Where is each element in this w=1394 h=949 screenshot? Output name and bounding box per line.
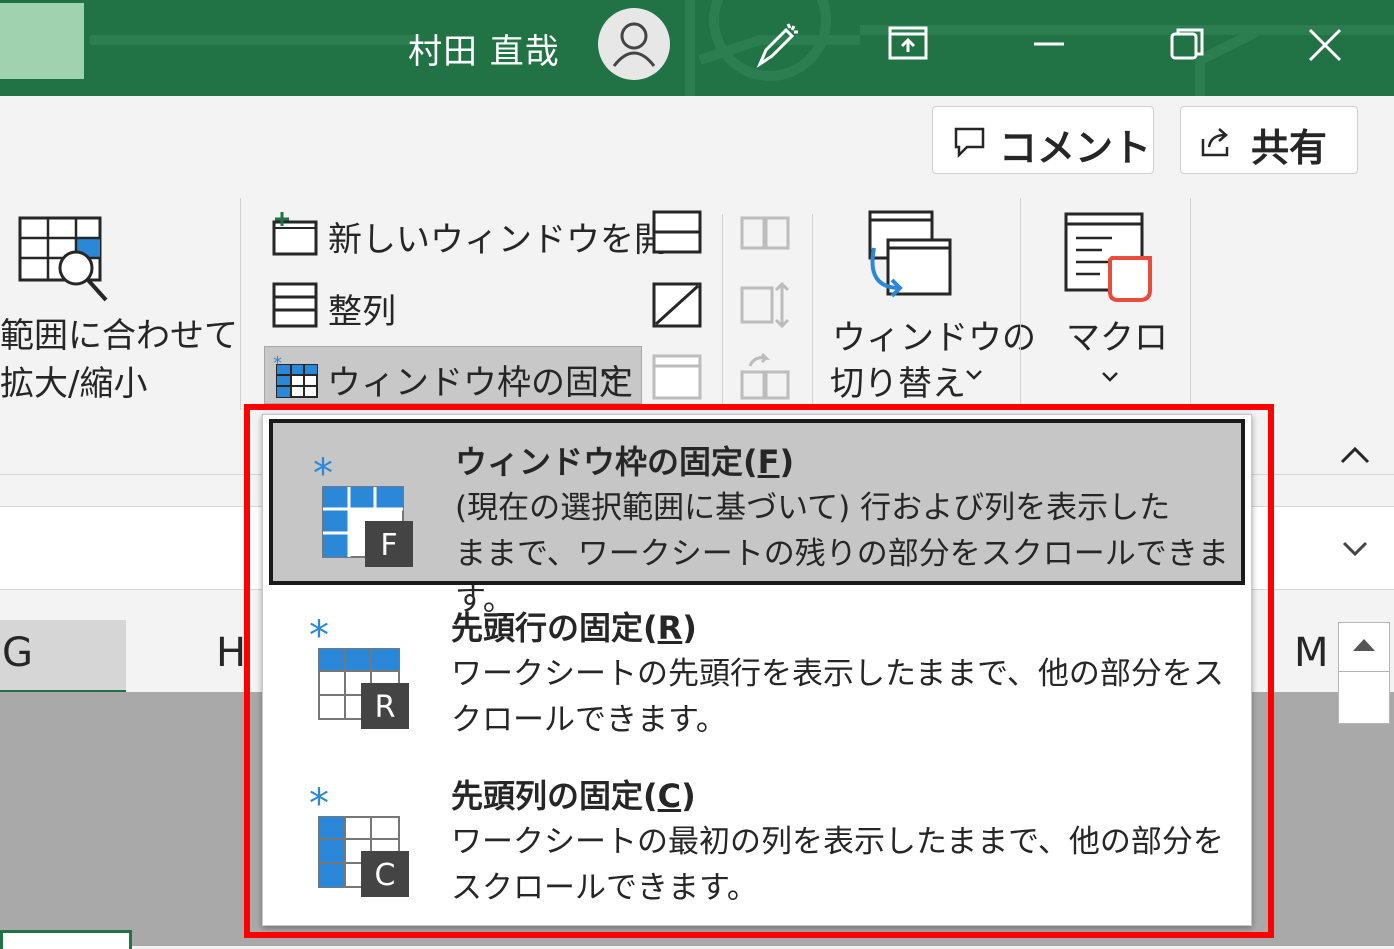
ribbon-display-icon[interactable] <box>884 20 934 70</box>
freeze-panes-title: ウィンドウ枠の固定(F) <box>455 443 795 481</box>
menu-item-freeze-panes[interactable]: * F ウィンドウ枠の固定(F) (現在の選択範囲に基づいて) 行および列を表示… <box>269 419 1245 618</box>
user-name: 村田 直哉 <box>408 32 560 72</box>
cell-selection[interactable] <box>0 930 132 949</box>
column-m-label[interactable]: M <box>1294 630 1329 676</box>
switch-windows-button[interactable]: ウィンドウの 切り替え <box>828 206 1036 404</box>
badge-r: R <box>375 690 396 725</box>
arrange-label: 整列 <box>328 292 396 332</box>
vertical-scrollbar[interactable] <box>1338 622 1390 724</box>
macros-button[interactable]: マクロ <box>1050 206 1170 396</box>
chevron-down-icon <box>603 371 619 381</box>
freeze-first-column-description: ワークシートの最初の列を表示したままで、他の部分を スクロールできます。 <box>451 824 1224 906</box>
macros-icon <box>1064 212 1152 302</box>
freeze-first-column-title: 先頭列の固定(C) <box>451 777 696 815</box>
new-window-button[interactable]: 新しいウィンドウを開く <box>270 206 702 262</box>
arrange-all-button[interactable]: 整列 <box>270 278 470 334</box>
freeze-panes-icon: * <box>273 353 318 398</box>
title-color-block <box>0 3 84 79</box>
view-side-by-side-icon[interactable] <box>740 212 792 252</box>
minimize-icon[interactable] <box>1024 20 1074 70</box>
share-icon <box>1201 128 1229 157</box>
chevron-down-icon <box>1102 372 1118 382</box>
synchronous-scrolling-icon[interactable] <box>740 280 792 330</box>
scroll-divider <box>1339 671 1389 672</box>
menu-item-freeze-top-row[interactable]: * R 先頭行の固定(R) ワークシートの先頭行を表示したままで、他の部分をス … <box>269 589 1245 755</box>
column-g-label: G <box>2 630 33 676</box>
freeze-panes-option-icon: * F <box>313 457 413 567</box>
ribbon-separator <box>1190 198 1191 410</box>
comment-label: コメント <box>999 126 1152 170</box>
new-window-label: 新しいウィンドウを開く <box>328 220 702 260</box>
freeze-top-row-icon: * R <box>309 619 409 729</box>
svg-text:*: * <box>313 457 333 497</box>
badge-c: C <box>375 858 396 893</box>
ribbon-separator <box>1020 198 1021 410</box>
svg-text:*: * <box>309 619 329 659</box>
title-bar: 村田 直哉 <box>0 0 1394 96</box>
zoom-selection-label-line2: 拡大/縮小 <box>0 364 148 404</box>
comment-button[interactable]: コメント <box>932 106 1154 174</box>
ribbon-separator <box>812 214 813 404</box>
share-label: 共有 <box>1251 126 1328 170</box>
collapse-ribbon-icon[interactable] <box>1338 444 1372 468</box>
macros-label: マクロ <box>1066 318 1168 358</box>
column-header-g[interactable]: G <box>0 620 126 693</box>
freeze-panes-menu: * F ウィンドウ枠の固定(F) (現在の選択範囲に基づいて) 行および列を表示… <box>262 414 1252 926</box>
comment-icon <box>954 127 985 159</box>
badge-f: F <box>380 528 397 563</box>
svg-text:*: * <box>273 353 282 374</box>
svg-text:*: * <box>309 787 329 827</box>
menu-item-freeze-first-column[interactable]: * C 先頭列の固定(C) ワークシートの最初の列を表示したままで、他の部分を … <box>269 757 1245 923</box>
freeze-panes-button[interactable]: * ウィンドウ枠の固定 <box>264 346 642 404</box>
ribbon-separator <box>240 198 241 410</box>
scroll-up-icon[interactable] <box>1349 635 1379 655</box>
freeze-panes-label: ウィンドウ枠の固定 <box>327 363 633 403</box>
split-icon[interactable] <box>652 210 702 254</box>
arrange-icon <box>272 282 318 328</box>
new-window-icon <box>272 212 318 256</box>
close-icon[interactable] <box>1300 20 1350 70</box>
ribbon-separator <box>722 214 723 404</box>
freeze-top-row-title: 先頭行の固定(R) <box>451 609 697 647</box>
freeze-first-column-icon: * C <box>309 787 409 897</box>
avatar-icon[interactable] <box>598 8 670 80</box>
pen-icon[interactable] <box>752 20 802 70</box>
unhide-window-icon[interactable] <box>652 354 702 400</box>
share-button[interactable]: 共有 <box>1180 106 1358 174</box>
switch-windows-label-line2: 切り替え <box>830 364 966 404</box>
zoom-to-selection-button[interactable]: 範囲に合わせて 拡大/縮小 <box>0 210 238 404</box>
column-h-label[interactable]: H <box>216 630 246 676</box>
expand-formula-bar-icon[interactable] <box>1340 538 1370 558</box>
freeze-top-row-description: ワークシートの先頭行を表示したままで、他の部分をス クロールできます。 <box>451 656 1224 738</box>
restore-icon[interactable] <box>1162 20 1212 70</box>
switch-windows-icon <box>868 210 952 298</box>
reset-window-position-icon[interactable] <box>740 352 792 400</box>
chevron-down-icon <box>966 370 982 380</box>
hide-window-icon[interactable] <box>652 282 702 328</box>
zoom-selection-label-line1: 範囲に合わせて <box>0 316 238 356</box>
zoom-selection-icon <box>18 216 108 302</box>
switch-windows-label-line1: ウィンドウの <box>832 318 1036 358</box>
